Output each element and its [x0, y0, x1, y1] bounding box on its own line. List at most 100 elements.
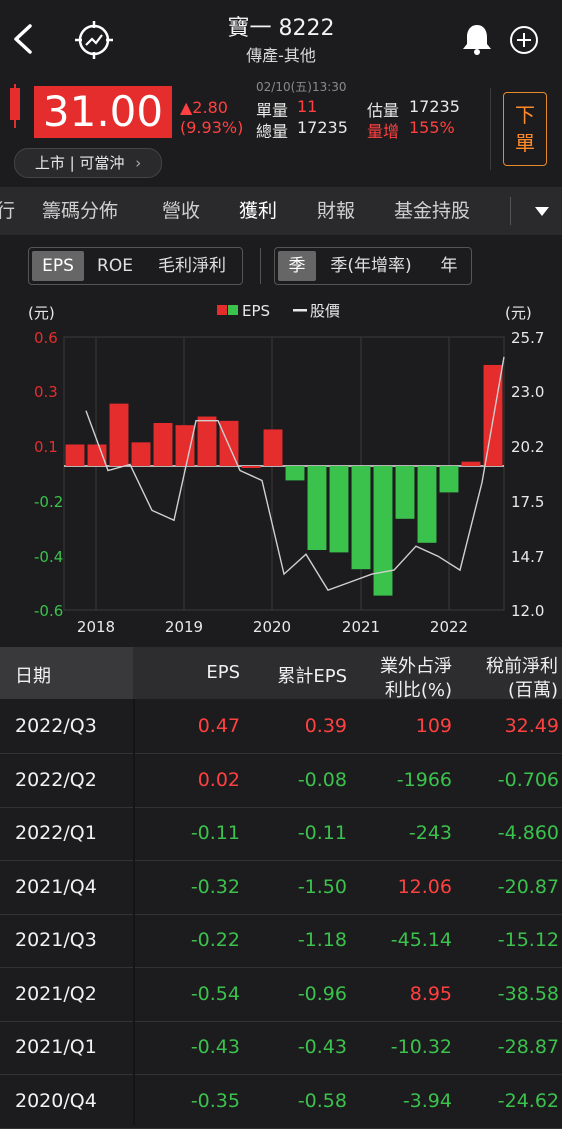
header-eps: EPS — [206, 662, 240, 683]
x-tick-label: 2019 — [165, 618, 203, 636]
tab-bar: 行 籌碼分佈 營收 獲利 財報 基金持股 — [0, 187, 562, 235]
y-left-tick-label: 0.6 — [34, 329, 58, 347]
cell-date: 2021/Q2 — [15, 982, 97, 1005]
cell-date: 2021/Q4 — [15, 875, 97, 898]
cell-date: 2021/Q3 — [15, 929, 97, 951]
filter-eps[interactable]: EPS — [32, 251, 84, 281]
cell-cum-eps: -0.11 — [297, 822, 347, 844]
table-row[interactable]: 2020/Q4 -0.35 -0.58 -3.94 -24.62 — [0, 1075, 562, 1129]
add-icon[interactable] — [508, 24, 540, 56]
tab-fund-holdings[interactable]: 基金持股 — [394, 187, 470, 235]
eps-bar — [153, 423, 173, 466]
legend-eps-swatch-green — [228, 305, 238, 315]
x-tick-label: 2020 — [253, 618, 291, 636]
cell-nonop-ratio: -243 — [408, 822, 452, 844]
table-row[interactable]: 2022/Q1 -0.11 -0.11 -243 -4.860 — [0, 807, 562, 861]
chevron-right-icon: › — [135, 154, 142, 172]
filter-year[interactable]: 年 — [431, 251, 467, 281]
cell-pretax: -4.860 — [497, 822, 559, 844]
cell-pretax: -38.58 — [497, 982, 559, 1005]
cell-eps: -0.54 — [190, 982, 240, 1005]
table-row[interactable]: 2021/Q3 -0.22 -1.18 -45.14 -15.12 — [0, 914, 562, 968]
cell-cum-eps: -0.08 — [297, 768, 347, 791]
cell-eps: -0.43 — [190, 1036, 240, 1058]
filter-quarter-yoy[interactable]: 季(年增率) — [319, 251, 423, 281]
cell-cum-eps: -1.18 — [297, 929, 347, 951]
y-left-tick-label: 0.1 — [34, 438, 58, 456]
quote-datetime: 02/10(五)13:30 — [256, 80, 347, 94]
cell-nonop-ratio: -45.14 — [390, 929, 452, 951]
y-right-tick-label: 20.2 — [511, 438, 544, 456]
filter-quarter[interactable]: 季 — [278, 251, 316, 281]
tab-chip-distribution[interactable]: 籌碼分佈 — [42, 187, 118, 235]
table-row[interactable]: 2022/Q3 0.47 0.39 109 32.49 — [0, 700, 562, 754]
tab-financials[interactable]: 財報 — [317, 187, 355, 235]
volume-increase-label: 量增 — [367, 122, 400, 141]
y-right-tick-label: 14.7 — [511, 548, 544, 566]
est-volume-value: 17235 — [409, 97, 460, 116]
cell-pretax: -24.62 — [497, 1089, 559, 1112]
eps-bar — [263, 429, 283, 466]
price-change-pct: (9.93%) — [180, 118, 244, 137]
tab-profit[interactable]: 獲利 — [239, 187, 277, 235]
legend-price-swatch — [293, 309, 307, 312]
eps-bar — [307, 466, 327, 550]
cell-date: 2022/Q2 — [15, 768, 97, 791]
tab-divider — [510, 197, 511, 225]
cell-eps: -0.35 — [190, 1089, 240, 1112]
cell-pretax: -28.87 — [497, 1036, 559, 1058]
period-filter: 季 季(年增率) 年 — [274, 247, 472, 285]
table-row[interactable]: 2021/Q1 -0.43 -0.43 -10.32 -28.87 — [0, 1021, 562, 1075]
eps-bar — [373, 466, 393, 596]
market-tag-button[interactable]: 上市 | 可當沖 › — [14, 148, 162, 178]
eps-bar — [285, 466, 305, 481]
cell-date: 2022/Q3 — [15, 715, 97, 737]
cell-eps: 0.47 — [197, 715, 240, 737]
eps-bar — [329, 466, 349, 553]
unit-volume-value: 11 — [297, 97, 318, 116]
cell-pretax: -0.706 — [497, 768, 559, 791]
cell-nonop-ratio: 12.06 — [397, 875, 452, 898]
filter-divider — [260, 248, 261, 284]
order-label-top: 下 — [515, 103, 535, 127]
header-cum-eps: 累計EPS — [277, 666, 347, 687]
chevron-down-icon[interactable] — [534, 205, 550, 217]
right-unit-label: (元) — [505, 304, 532, 322]
table-row[interactable]: 2021/Q4 -0.32 -1.50 12.06 -20.87 — [0, 861, 562, 915]
bell-icon[interactable] — [460, 22, 494, 56]
price-change: ▲2.80 — [180, 98, 228, 117]
y-right-tick-label: 23.0 — [511, 383, 544, 401]
tab-revenue[interactable]: 營收 — [162, 187, 200, 235]
cell-pretax: 32.49 — [504, 715, 559, 737]
eps-bar — [197, 416, 217, 466]
eps-bar — [461, 461, 481, 466]
left-unit-label: (元) — [28, 304, 55, 322]
y-left-tick-label: 0.3 — [34, 383, 58, 401]
cell-nonop-ratio: -1966 — [396, 768, 452, 791]
eps-bar — [131, 442, 151, 466]
market-tag-label: 上市 | 可當沖 — [34, 154, 125, 172]
cell-eps: -0.32 — [190, 875, 240, 898]
order-button[interactable]: 下 單 — [503, 92, 547, 166]
y-right-tick-label: 25.7 — [511, 329, 544, 347]
cell-eps: -0.11 — [190, 822, 240, 844]
y-left-tick-label: -0.4 — [34, 548, 63, 566]
legend-eps-swatch-red — [217, 305, 227, 315]
tab-prev-partial[interactable]: 行 — [0, 187, 15, 235]
filter-margin[interactable]: 毛利淨利 — [147, 251, 237, 281]
eps-price-chart: (元) (元) EPS 股價 0.6 0.3 0.1 -0.2 -0.4 -0.6 25.7… — [28, 302, 544, 636]
total-volume-label: 總量 — [256, 122, 289, 141]
cell-cum-eps: -1.50 — [297, 875, 347, 898]
cell-cum-eps: -0.43 — [297, 1036, 347, 1058]
cell-eps: 0.02 — [197, 768, 240, 791]
eps-bar — [439, 466, 459, 493]
header-pretax-1: 稅前淨利 — [486, 656, 558, 677]
eps-bar — [87, 444, 107, 466]
table-row[interactable]: 2021/Q2 -0.54 -0.96 8.95 -38.58 — [0, 968, 562, 1022]
eps-bar — [65, 444, 85, 466]
table-row[interactable]: 2022/Q2 0.02 -0.08 -1966 -0.706 — [0, 754, 562, 808]
filter-roe[interactable]: ROE — [89, 251, 141, 281]
y-right-tick-label: 17.5 — [511, 493, 544, 511]
header-date: 日期 — [15, 666, 51, 687]
eps-bar — [417, 466, 437, 543]
